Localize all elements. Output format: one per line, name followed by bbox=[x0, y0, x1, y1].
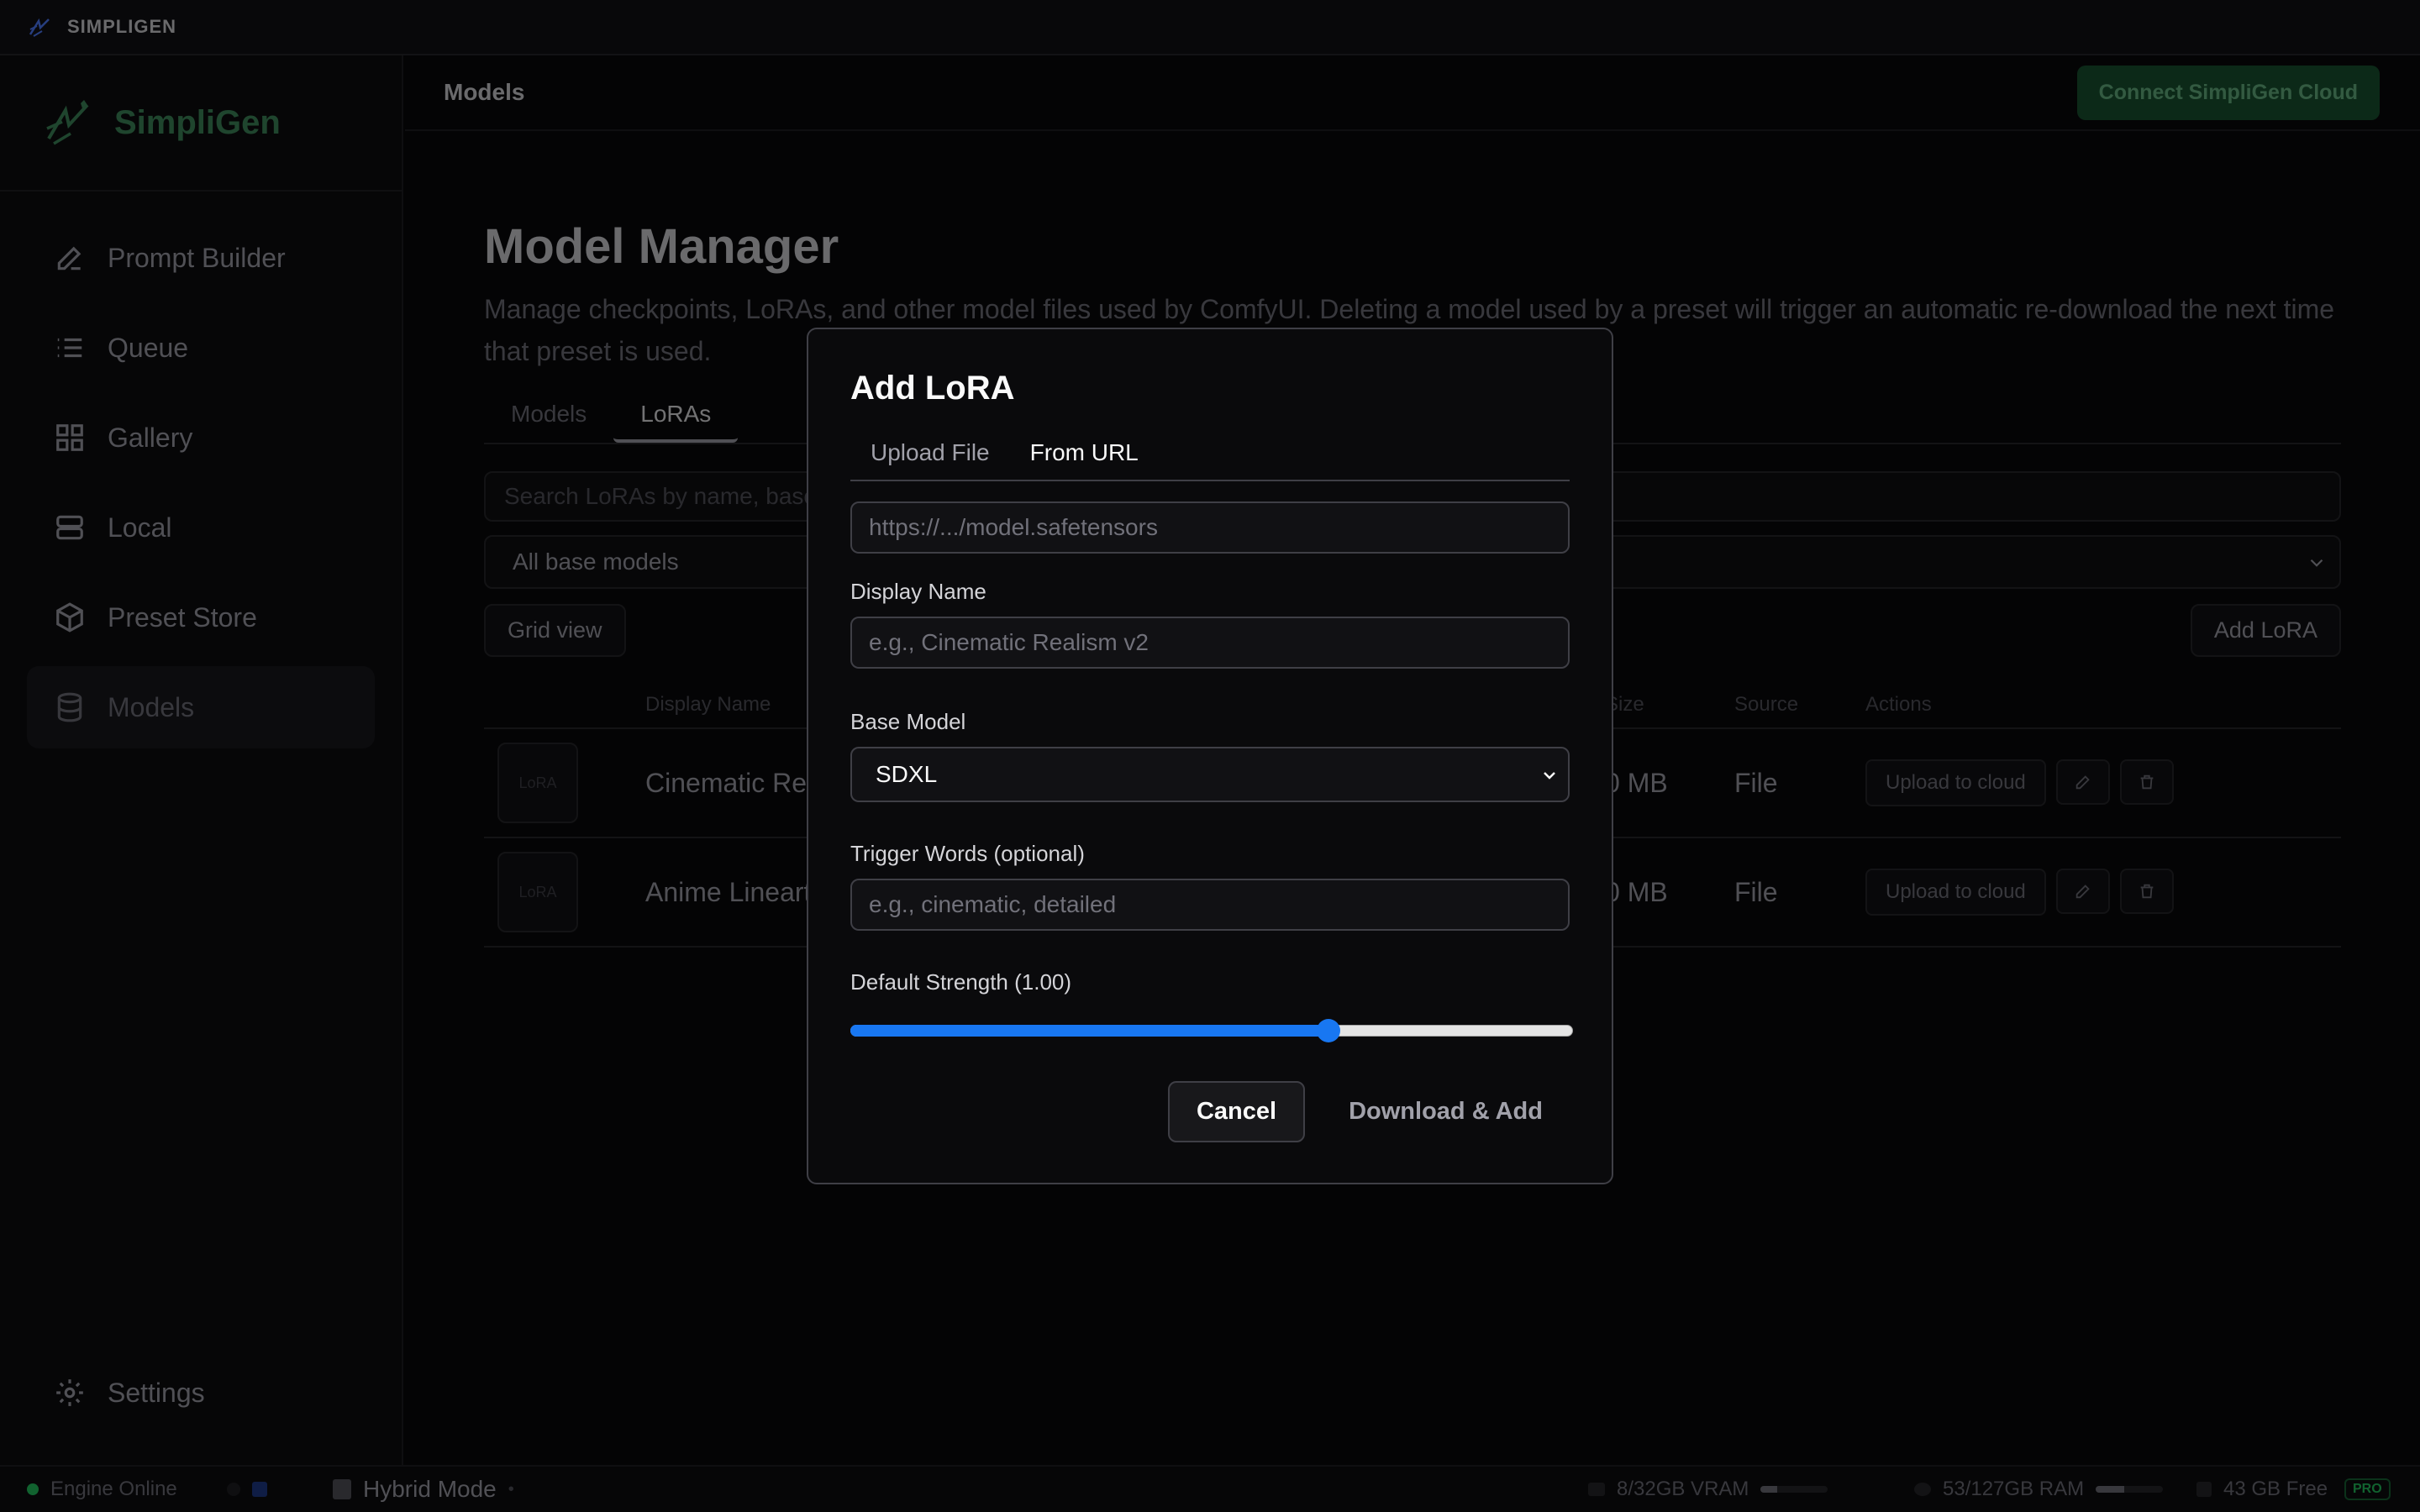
strength-label: Default Strength (1.00) bbox=[850, 969, 1072, 995]
chevron-down-icon bbox=[1544, 772, 1555, 780]
slider-handle[interactable] bbox=[1317, 1019, 1341, 1042]
tab-upload-file[interactable]: Upload File bbox=[850, 433, 1010, 480]
download-add-button[interactable]: Download & Add bbox=[1322, 1083, 1570, 1141]
dialog-footer: Cancel Download & Add bbox=[1167, 1081, 1570, 1142]
trigger-words-label: Trigger Words (optional) bbox=[850, 841, 1085, 866]
display-name-field[interactable]: e.g., Cinematic Realism v2 bbox=[850, 617, 1570, 669]
dialog-tabs: Upload File From URL bbox=[850, 433, 1570, 481]
strength-slider[interactable] bbox=[850, 1017, 1573, 1042]
cancel-button[interactable]: Cancel bbox=[1167, 1081, 1306, 1142]
base-model-select[interactable]: SDXL bbox=[850, 747, 1570, 802]
url-input[interactable]: https://.../model.safetensors bbox=[850, 501, 1570, 554]
base-model-value: SDXL bbox=[876, 761, 938, 787]
slider-fill bbox=[850, 1025, 1329, 1037]
display-name-label: Display Name bbox=[850, 579, 986, 604]
base-model-label: Base Model bbox=[850, 709, 966, 734]
add-lora-dialog: Add LoRA Upload File From URL https://..… bbox=[807, 328, 1613, 1184]
dialog-title: Add LoRA bbox=[850, 370, 1015, 407]
tab-from-url[interactable]: From URL bbox=[1010, 433, 1159, 480]
trigger-words-field[interactable]: e.g., cinematic, detailed bbox=[850, 879, 1570, 931]
